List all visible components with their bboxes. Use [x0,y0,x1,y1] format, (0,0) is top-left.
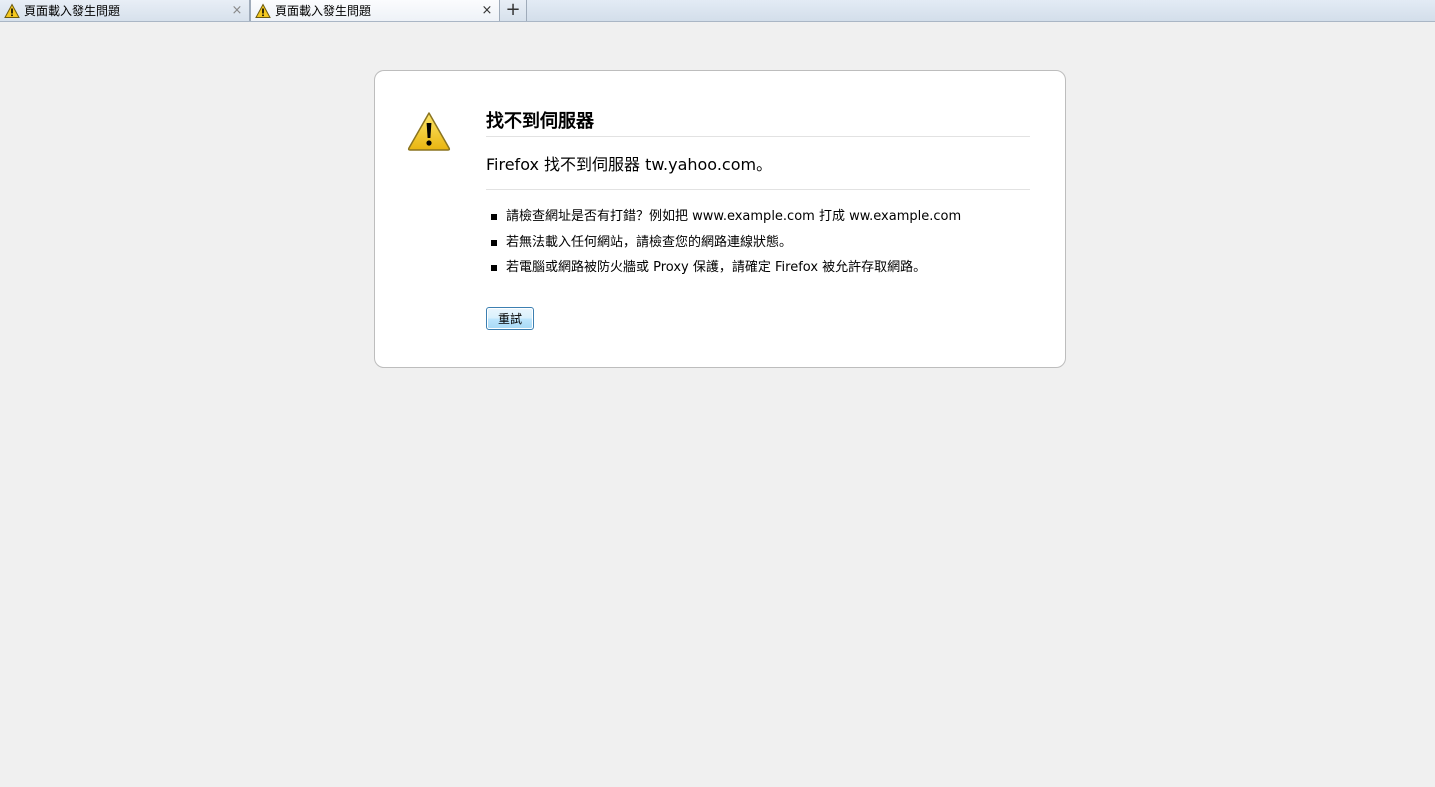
list-item: 若無法載入任何網站，請檢查您的網路連線狀態。 [486,230,1030,256]
tab-close-icon[interactable]: × [480,3,494,18]
list-item: 若電腦或網路被防火牆或 Proxy 保護，請確定 Firefox 被允許存取網路… [486,255,1030,281]
bullet-icon [491,239,497,246]
error-tips-list: 請檢查網址是否有打錯？例如把 www.example.com 打成 ww.exa… [486,204,1030,281]
tab-close-icon[interactable]: × [230,3,244,18]
warning-icon [255,2,271,18]
list-item: 請檢查網址是否有打錯？例如把 www.example.com 打成 ww.exa… [486,204,1030,230]
error-title: 找不到伺服器 [486,107,1030,137]
error-page-container: 找不到伺服器 Firefox 找不到伺服器 tw.yahoo.com。 請檢查網… [374,70,1066,368]
tip-text: 請檢查網址是否有打錯？例如把 www.example.com 打成 ww.exa… [506,209,962,224]
tab-label: 頁面載入發生問題 [275,4,372,18]
tab-label: 頁面載入發生問題 [24,4,121,18]
tab-page-load-error-2[interactable]: 頁面載入發生問題 × [250,0,500,21]
retry-button[interactable]: 重試 [486,307,534,330]
warning-icon [407,112,451,151]
new-tab-button[interactable]: + [500,0,527,21]
tip-text: 若電腦或網路被防火牆或 Proxy 保護，請確定 Firefox 被允許存取網路… [506,260,927,275]
tab-strip: 頁面載入發生問題 × 頁面載入發生問題 × + [0,0,1435,22]
tab-page-load-error-1[interactable]: 頁面載入發生問題 × [0,0,250,21]
bullet-icon [491,214,497,220]
error-description: Firefox 找不到伺服器 tw.yahoo.com。 [486,151,1030,190]
warning-icon [4,2,20,18]
error-content: 找不到伺服器 Firefox 找不到伺服器 tw.yahoo.com。 請檢查網… [486,107,1030,281]
bullet-icon [491,265,497,271]
tip-text: 若無法載入任何網站，請檢查您的網路連線狀態。 [506,234,793,250]
